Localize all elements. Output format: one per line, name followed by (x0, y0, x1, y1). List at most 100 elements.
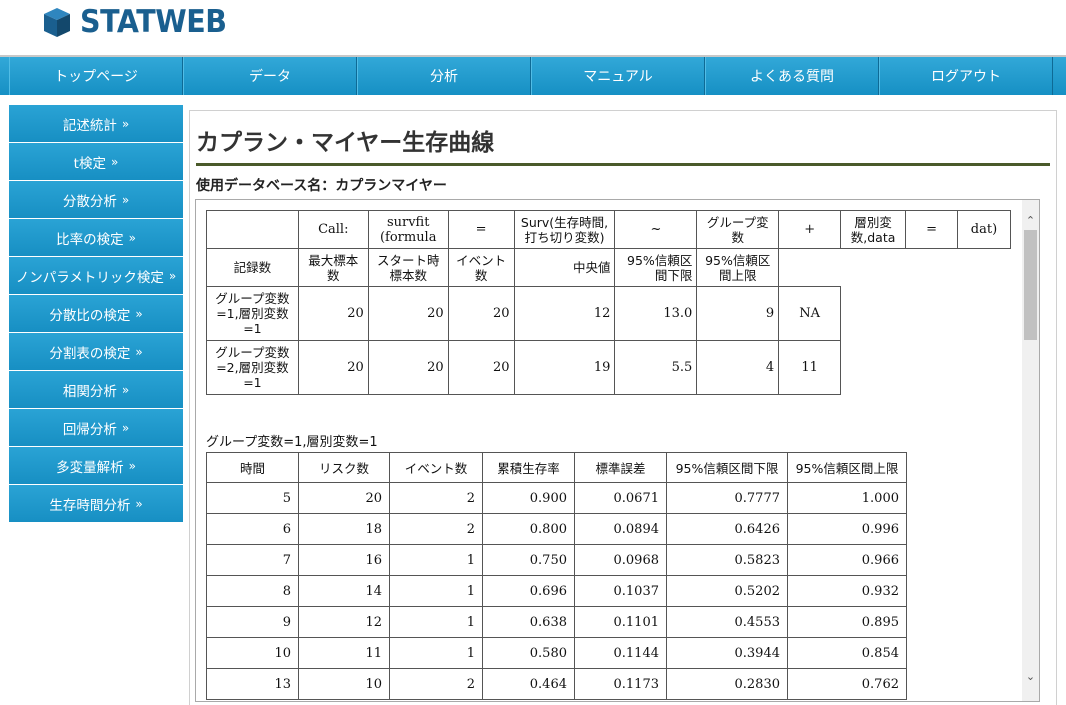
chevron-right-icon: » (121, 420, 130, 435)
chevron-right-icon: » (121, 116, 130, 131)
chevron-right-icon: » (128, 458, 136, 473)
table-cell: 0.1144 (574, 637, 667, 669)
table-cell: 0.895 (787, 606, 907, 638)
table-cell: 6 (206, 513, 299, 545)
site-logo[interactable]: STATWEB (40, 4, 239, 40)
chevron-right-icon: » (128, 230, 136, 245)
sidebar-item-nonparametric[interactable]: ノンパラメトリック検定 » (9, 257, 183, 295)
table-cell: 9 (206, 606, 299, 638)
table-cell: 1 (389, 637, 483, 669)
nav-item-faq[interactable]: よくある質問 (705, 57, 879, 95)
vertical-scrollbar[interactable]: ⌃ ⌄ (1022, 200, 1039, 701)
sidebar-item-regression[interactable]: 回帰分析 » (9, 409, 183, 447)
table-header-cell: 標準誤差 (574, 452, 667, 483)
table-cell: 9 (696, 286, 780, 341)
site-header: STATWEB (0, 0, 1066, 55)
table-cell: 0.0894 (574, 513, 667, 545)
table-cell: 16 (298, 544, 390, 576)
table-row-label: グループ変数=1,層別変数=1 (206, 286, 299, 341)
sidebar-item-variance-ratio[interactable]: 分散比の検定 » (9, 295, 183, 333)
nav-item-top-page[interactable]: トップページ (9, 57, 183, 95)
table-cell: survfit (formula (367, 210, 449, 249)
results-content: Call: survfit (formula = Surv(生存時間,打ち切り変… (206, 210, 1012, 700)
table-row: 9 12 1 0.638 0.1101 0.4553 0.895 (206, 606, 907, 638)
table-header-cell: イベント数 (389, 452, 483, 483)
table-cell: 5 (206, 482, 299, 514)
table-cell: 20 (298, 482, 390, 514)
table-row: 記録数 最大標本数 スタート時標本数 イベント数 中央値 95%信頼区間下限 9… (206, 248, 1011, 287)
sidebar-item-anova[interactable]: 分散分析 » (9, 181, 183, 219)
table-cell: 11 (778, 340, 842, 395)
table-cell: 2 (389, 668, 483, 700)
nav-item-analysis[interactable]: 分析 (357, 57, 531, 95)
table-row: Call: survfit (formula = Surv(生存時間,打ち切り変… (206, 210, 1012, 249)
table-cell: 0.1173 (574, 668, 667, 700)
table-cell: 0.5202 (666, 575, 788, 607)
table-cell: Call: (297, 210, 369, 249)
table-header-cell: 95%信頼区間上限 (787, 452, 907, 483)
table-cell: 20 (367, 340, 449, 395)
chevron-right-icon: » (135, 496, 143, 511)
table-row: 6 18 2 0.800 0.0894 0.6426 0.996 (206, 513, 907, 545)
table-cell: グループ変数 (696, 210, 780, 249)
sidebar-item-t-test[interactable]: t検定 » (9, 143, 183, 181)
nav-item-data[interactable]: データ (183, 57, 357, 95)
table-cell: 0.750 (482, 544, 575, 576)
table-cell: 0.5823 (666, 544, 788, 576)
table-header-cell: 時間 (206, 452, 299, 483)
nav-item-manual[interactable]: マニュアル (531, 57, 705, 95)
table-cell: 0.966 (787, 544, 907, 576)
table-cell (206, 210, 299, 249)
sidebar-item-label: 生存時間分析 (49, 497, 131, 514)
table-row-label: グループ変数=2,層別変数=1 (206, 340, 299, 395)
nav-item-logout[interactable]: ログアウト (879, 57, 1053, 95)
table-cell: 0.800 (482, 513, 575, 545)
sidebar-item-multivariate[interactable]: 多変量解析 » (9, 447, 183, 485)
sidebar-item-correlation[interactable]: 相関分析 » (9, 371, 183, 409)
table-cell: 0.3944 (666, 637, 788, 669)
table-header-cell: 最大標本数 (297, 248, 369, 287)
table-row: グループ変数=1,層別変数=1 20 20 20 12 13.0 9 NA (206, 286, 1011, 341)
table-cell: = (905, 210, 958, 249)
sidebar-item-survival[interactable]: 生存時間分析 » (9, 485, 183, 523)
sidebar-item-label: ノンパラメトリック検定 (15, 269, 164, 286)
sidebar-item-label: 記述統計 (62, 117, 117, 134)
sidebar-item-descriptive-stats[interactable]: 記述統計 » (9, 105, 183, 143)
group-caption: グループ変数=1,層別変数=1 (206, 435, 378, 450)
scrollbar-thumb[interactable] (1024, 230, 1037, 340)
table-cell: 12 (298, 606, 390, 638)
cube-logo-icon (44, 8, 70, 37)
table-header-cell: 累積生存率 (482, 452, 575, 483)
table-cell: 2 (389, 482, 483, 514)
table-cell: 13.0 (614, 286, 698, 341)
table-cell: 0.900 (482, 482, 575, 514)
table-cell: 10 (298, 668, 390, 700)
table-cell: 20 (367, 286, 449, 341)
table-cell: 18 (298, 513, 390, 545)
table-header-cell: 95%信頼区間下限 (666, 452, 788, 483)
table-row: 8 14 1 0.696 0.1037 0.5202 0.932 (206, 575, 907, 607)
sidebar-item-contingency[interactable]: 分割表の検定 » (9, 333, 183, 371)
sidebar-item-label: 分散分析 (62, 193, 117, 210)
table-row: 5 20 2 0.900 0.0671 0.7777 1.000 (206, 482, 907, 514)
chevron-right-icon: » (135, 344, 143, 359)
sidebar-item-proportion-test[interactable]: 比率の検定 » (9, 219, 183, 257)
sidebar-item-label: 分割表の検定 (49, 345, 131, 362)
table-header-cell: 95%信頼区間上限 (696, 248, 780, 287)
scroll-down-icon[interactable]: ⌄ (1022, 668, 1039, 685)
results-scroll-area[interactable]: Call: survfit (formula = Surv(生存時間,打ち切り変… (195, 199, 1040, 702)
table-row: 7 16 1 0.750 0.0968 0.5823 0.966 (206, 544, 907, 576)
scroll-up-icon[interactable]: ⌃ (1022, 212, 1039, 229)
table-header-cell: リスク数 (298, 452, 390, 483)
table-row: 13 10 2 0.464 0.1173 0.2830 0.762 (206, 668, 907, 700)
table-cell: 0.4553 (666, 606, 788, 638)
table-cell: 20 (297, 340, 369, 395)
table-cell: 0.854 (787, 637, 907, 669)
table-cell: 14 (298, 575, 390, 607)
table-cell: 0.996 (787, 513, 907, 545)
table-cell: 0.6426 (666, 513, 788, 545)
sidebar-item-label: 回帰分析 (62, 421, 117, 438)
table-cell: 12 (513, 286, 616, 341)
chevron-right-icon: » (135, 306, 143, 321)
page-title: カプラン・マイヤー生存曲線 (196, 130, 495, 156)
